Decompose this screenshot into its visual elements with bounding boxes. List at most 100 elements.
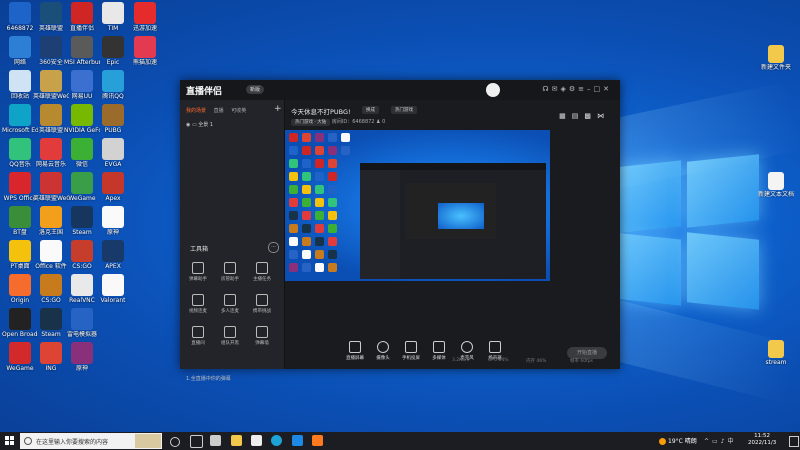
desktop-icon[interactable]: TIM [95,2,131,32]
sun-icon [659,438,666,445]
add-scene-icon[interactable]: + [274,104,282,114]
nested-left [360,170,400,279]
desktop-icon[interactable]: APEX [95,240,131,270]
tool-item[interactable]: 房管助手 [216,262,244,282]
tool-label: 主播任务 [253,277,271,282]
shirt-icon[interactable]: ◈ [560,85,568,93]
desktop-icon[interactable]: 熊猫加速 [127,36,163,66]
top-tools[interactable]: ▦▤▩⋈ [559,112,610,120]
scene-item[interactable]: ◉ ▭ 全景 1 [186,121,213,128]
tab-live[interactable]: 直播 [214,108,224,114]
tool-icon [192,294,204,306]
version-badge[interactable]: 新版 [246,85,265,94]
gift-icon[interactable]: ▦ [559,112,572,120]
clock[interactable]: 11:52 2022/11/3 [748,433,776,447]
share-icon[interactable]: ⋈ [597,112,610,120]
desktop-icon[interactable]: 原神 [95,206,131,236]
live-title[interactable]: 今天休息不打PUBG! [291,106,351,116]
app-icon [9,274,31,296]
app-icon [40,172,62,194]
chevron-up-icon[interactable]: ^ [704,438,712,445]
app-icon [71,308,93,330]
app-window[interactable]: 直播伴侣 新版 ☊✉◈⚙≡–□✕ 我的场景 直播 可收英 + ◉ ▭ 全景 1 … [180,80,620,382]
close-icon[interactable]: ✕ [603,85,612,93]
system-tray[interactable]: ^▭♪中 [704,436,737,445]
app-icon [102,206,124,228]
more-icon[interactable]: ··· [268,242,279,253]
meta-category: 热门游戏 · 大陆 [291,119,331,126]
app-icon [9,70,31,92]
search-placeholder: 在这里输入你要搜索的内容 [36,439,109,446]
edge-icon[interactable] [271,435,282,446]
headset-icon[interactable]: ☊ [542,85,551,93]
desktop-icon[interactable]: PUBG [95,104,131,134]
tool-item[interactable]: 携带挑战 [248,294,276,314]
ime-icon[interactable]: 中 [728,438,737,445]
bilibili-icon[interactable] [292,435,303,446]
app-icon [40,274,62,296]
tool-item[interactable]: 弹幕墙 [248,326,276,346]
tool-item[interactable]: 主播任务 [248,262,276,282]
weather-widget[interactable]: 19°C 晴朗 [659,436,697,445]
desktop-icon[interactable]: 新建文本文档 [758,172,794,198]
desktop-icon[interactable]: 迅游加速 [127,2,163,32]
tab-my-scenes[interactable]: 我的场景 [186,108,206,114]
tool-icon [224,294,236,306]
tool-item[interactable]: 多人连麦 [216,294,244,314]
tool-item[interactable]: 弹幕助手 [184,262,212,282]
room-id: 房间ID：6468872 [331,119,375,125]
task-view-icon[interactable] [190,435,203,448]
preview-app-icon [289,172,298,181]
tool-icon[interactable]: ▩ [584,112,597,120]
app-icon [102,274,124,296]
desktop-icon[interactable]: 新建文件夹 [758,45,794,71]
desktop-icon[interactable]: stream [758,340,794,366]
menu-icon[interactable]: ≡ [578,85,587,93]
start-button[interactable] [5,436,15,446]
app-icon [9,206,31,228]
stream-preview[interactable] [285,130,550,281]
tool-item[interactable]: 直播间 [184,326,212,346]
desktop-icon[interactable]: Apex [95,172,131,202]
desktop-icon[interactable]: 原神 [64,342,100,372]
tool-icon [192,326,204,338]
title-bar[interactable]: 直播伴侣 新版 ☊✉◈⚙≡–□✕ [180,80,620,100]
app-icon [71,342,93,364]
maximize-icon[interactable]: □ [594,85,604,93]
app-icon [71,36,93,58]
tool-label: 弹幕助手 [189,277,207,282]
tool-item[interactable]: 视频连麦 [184,294,212,314]
store-icon[interactable] [251,435,262,446]
taskbar-search[interactable]: 在这里输入你要搜索的内容 [20,433,162,449]
desktop-icon[interactable]: Epic [95,36,131,66]
desktop-icon[interactable]: Valorant [95,274,131,304]
preview-app-icon [289,159,298,168]
scene-tabs: 我的场景 直播 可收英 [186,107,252,114]
tool-item[interactable]: 组队开黑 [216,326,244,346]
category-chip[interactable]: 热门游戏 [391,106,417,114]
avatar[interactable] [486,83,500,97]
settings-icon[interactable]: ⚙ [569,85,578,93]
live-companion-icon[interactable] [312,435,323,446]
desktop-icon[interactable]: 腾讯QQ [95,70,131,100]
volume-icon[interactable]: ♪ [721,438,728,445]
network-icon[interactable]: ▭ [712,438,721,445]
clock-time: 11:52 [754,433,771,439]
chart-icon[interactable]: ▤ [572,112,585,120]
window-controls[interactable]: ☊✉◈⚙≡–□✕ [542,85,612,93]
tool-label: 多人连麦 [221,309,239,314]
desktop-icon-label: 腾讯QQ [102,93,124,100]
desktop-icon[interactable]: EVGA [95,138,131,168]
app-icon [71,240,93,262]
widgets-icon[interactable] [210,435,221,446]
cortana-icon[interactable] [170,437,180,447]
tab-other[interactable]: 可收英 [231,108,246,114]
fans-count: 0 [382,119,386,125]
app-icon [40,104,62,126]
desktop-icon[interactable]: 雷电模拟器 [64,308,100,338]
status-net: 3.2KB/s [452,358,470,363]
notification-icon[interactable] [789,436,799,447]
edit-chip[interactable]: 换成 [362,106,379,114]
preview-app-icon [315,237,324,246]
file-explorer-icon[interactable] [231,435,242,446]
